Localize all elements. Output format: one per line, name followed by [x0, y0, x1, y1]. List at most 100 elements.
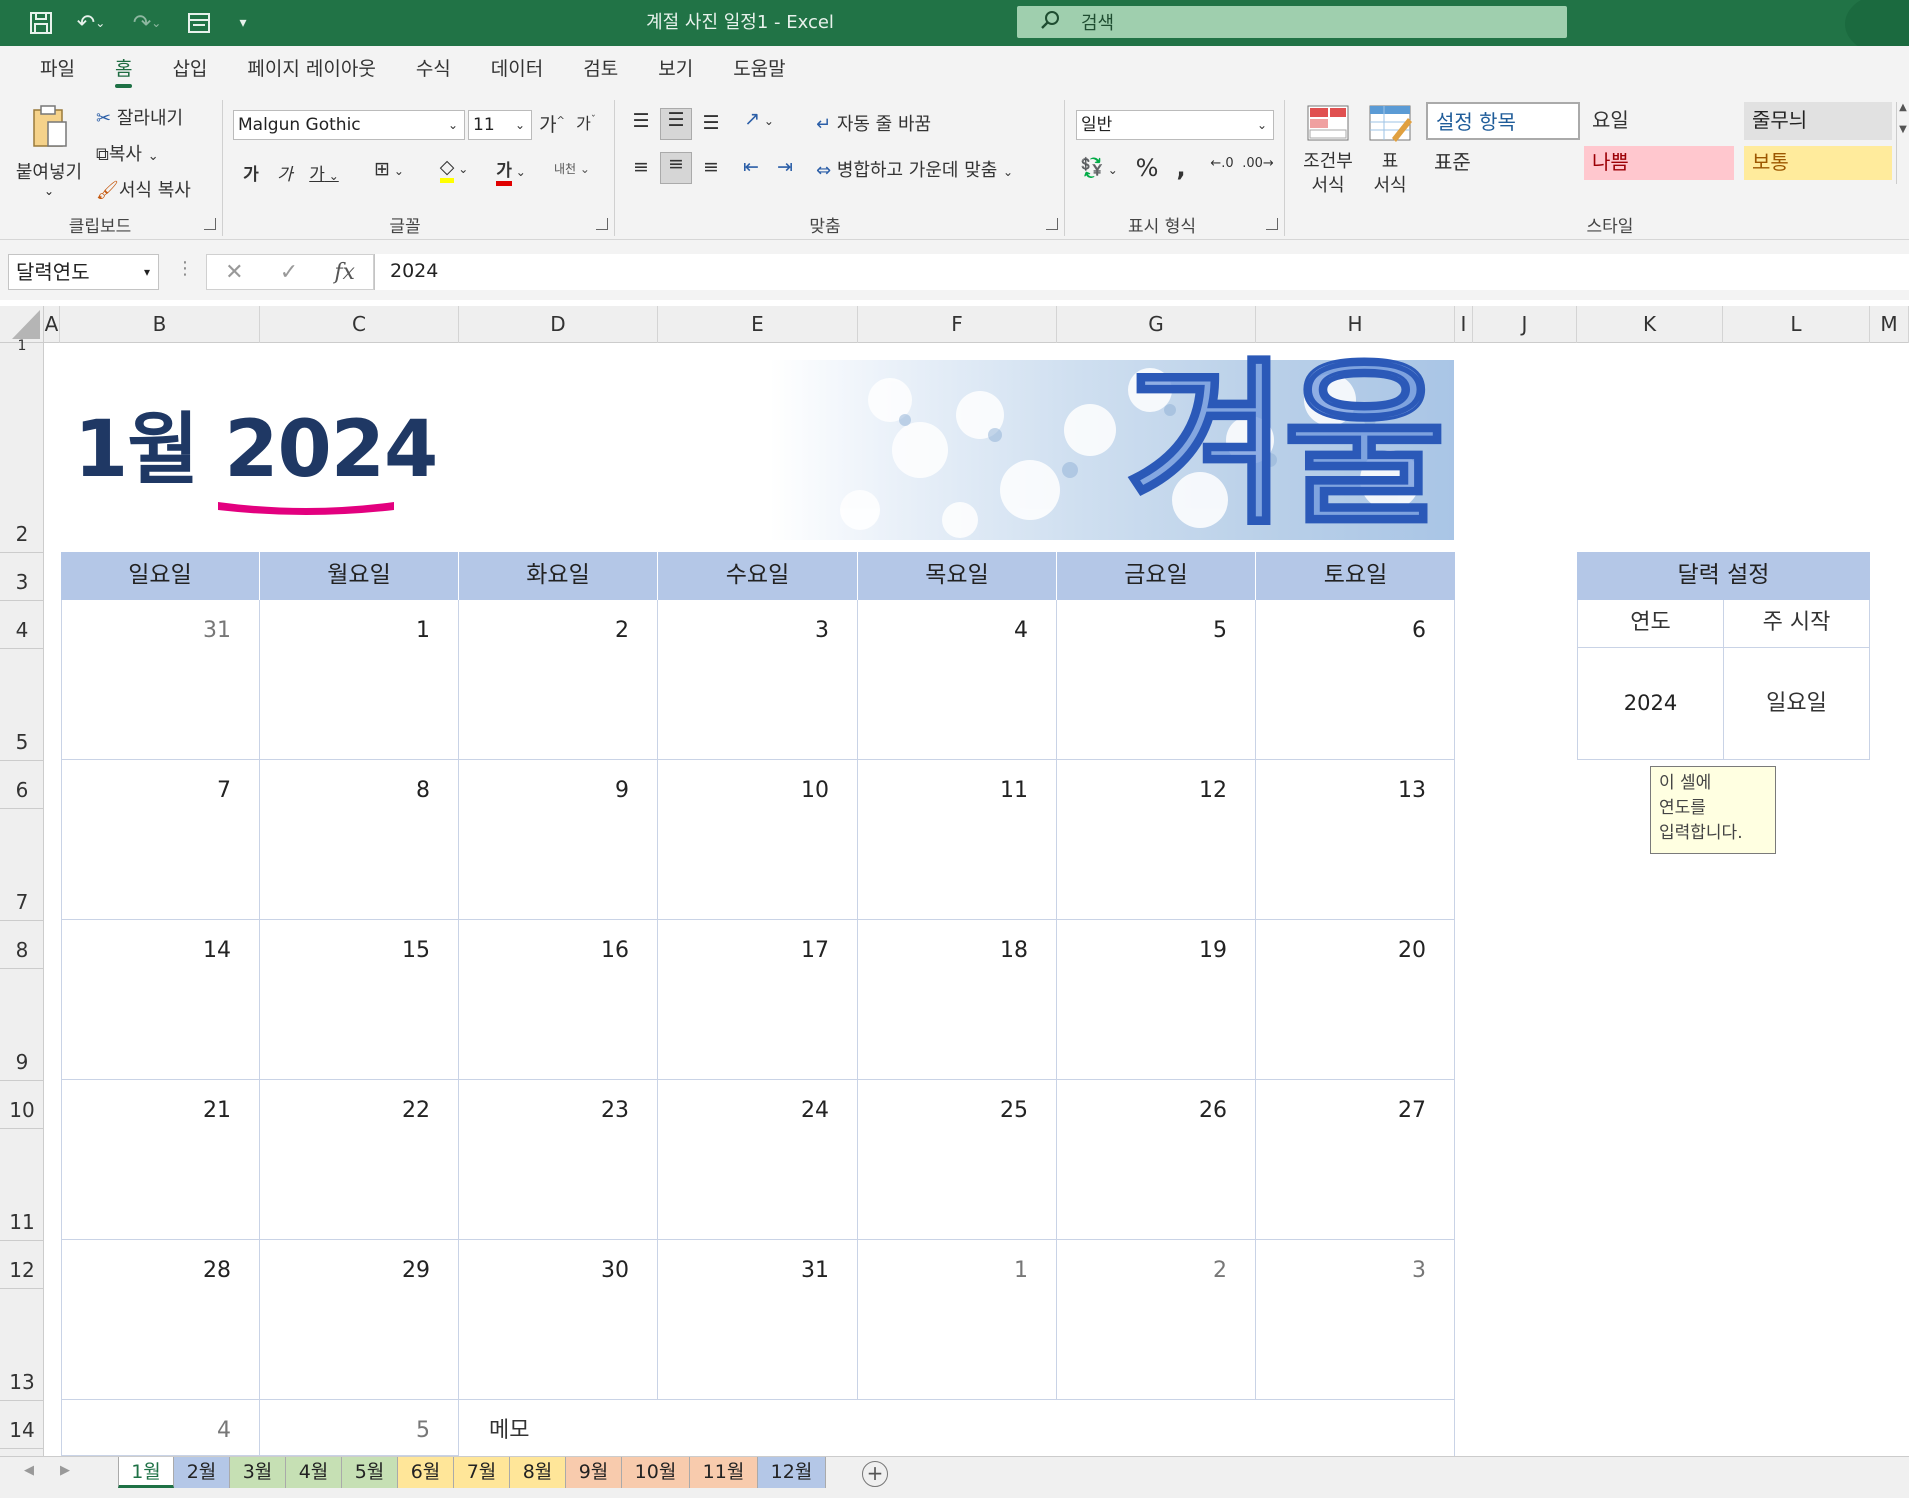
row-header[interactable]: 7 — [0, 887, 44, 917]
tab-review[interactable]: 검토 — [563, 46, 638, 94]
column-header[interactable]: B — [60, 306, 260, 343]
sheet-tab[interactable]: 10월 — [622, 1457, 690, 1488]
undo-icon[interactable]: ↶ ⌄ — [68, 6, 114, 40]
row-header[interactable]: 4 — [0, 615, 44, 645]
add-sheet-icon[interactable]: + — [862, 1461, 888, 1487]
increase-font-icon[interactable]: 가^ — [538, 110, 566, 137]
sheet-tab[interactable]: 1월 — [118, 1457, 174, 1488]
column-header[interactable]: K — [1577, 306, 1723, 343]
form-icon[interactable] — [182, 6, 216, 40]
day-cell[interactable]: 25 — [858, 1080, 1057, 1240]
day-cell[interactable]: 15 — [260, 920, 459, 1080]
sheet-tab[interactable]: 3월 — [230, 1457, 286, 1488]
day-cell[interactable]: 12 — [1057, 760, 1256, 920]
day-cell[interactable]: 24 — [658, 1080, 858, 1240]
day-cell[interactable]: 23 — [459, 1080, 658, 1240]
tab-help[interactable]: 도움말 — [713, 46, 805, 94]
row-header[interactable]: 2 — [0, 519, 44, 549]
row-header[interactable]: 9 — [0, 1047, 44, 1077]
align-center-icon[interactable]: ≡ — [660, 152, 692, 184]
memo-area[interactable]: 메모 — [459, 1400, 1455, 1456]
row-header[interactable]: 12 — [0, 1255, 44, 1285]
row-header[interactable]: 13 — [0, 1367, 44, 1397]
day-cell[interactable]: 31 — [61, 600, 260, 760]
cut-button[interactable]: ✂ 잘라내기 — [96, 104, 183, 130]
column-header[interactable]: D — [459, 306, 658, 343]
format-painter-button[interactable]: 🖌서식 복사 — [96, 176, 191, 202]
style-cell-3[interactable]: 줄무늬 — [1744, 102, 1892, 140]
scroll-left-icon[interactable]: ◀ — [24, 1463, 34, 1478]
dialog-launcher-icon[interactable] — [204, 218, 216, 230]
column-header[interactable]: E — [658, 306, 858, 343]
day-cell[interactable]: 20 — [1256, 920, 1455, 1080]
currency-icon[interactable]: 💱 ⌄ — [1076, 156, 1122, 179]
row-header[interactable]: 5 — [0, 727, 44, 757]
sheet-tab[interactable]: 7월 — [454, 1457, 510, 1488]
day-cell[interactable]: 30 — [459, 1240, 658, 1400]
row-header[interactable]: 8 — [0, 935, 44, 965]
cancel-icon[interactable]: ✕ — [225, 260, 243, 285]
day-cell[interactable]: 14 — [61, 920, 260, 1080]
day-cell[interactable]: 10 — [658, 760, 858, 920]
fill-color-button[interactable]: ◇ ⌄ — [428, 156, 480, 183]
tab-view[interactable]: 보기 — [638, 46, 713, 94]
tab-page-layout[interactable]: 페이지 레이아웃 — [227, 46, 395, 94]
sheet-tab[interactable]: 4월 — [286, 1457, 342, 1488]
day-cell[interactable]: 11 — [858, 760, 1057, 920]
increase-decimal-icon[interactable]: ←.0 — [1206, 156, 1238, 171]
font-color-button[interactable]: 가 ⌄ — [486, 156, 536, 186]
day-cell[interactable]: 18 — [858, 920, 1057, 1080]
align-bottom-icon[interactable]: ☰ — [696, 112, 726, 134]
day-cell[interactable]: 1 — [260, 600, 459, 760]
sheet-tab[interactable]: 5월 — [342, 1457, 398, 1488]
column-header[interactable]: C — [260, 306, 459, 343]
dialog-launcher-icon[interactable] — [1266, 218, 1278, 230]
year-title[interactable]: 2024 — [224, 405, 438, 495]
day-cell[interactable]: 4 — [858, 600, 1057, 760]
customize-qat-icon[interactable]: ▾ — [230, 6, 256, 40]
day-cell[interactable]: 8 — [260, 760, 459, 920]
insert-function-icon[interactable]: fx — [334, 260, 355, 285]
decrease-indent-icon[interactable]: ⇤ — [736, 156, 766, 178]
day-cell[interactable]: 7 — [61, 760, 260, 920]
style-cell-5[interactable]: 나쁨 — [1584, 146, 1734, 180]
tab-formulas[interactable]: 수식 — [396, 46, 471, 94]
save-icon[interactable] — [24, 6, 58, 40]
tab-file[interactable]: 파일 — [20, 46, 95, 94]
align-middle-icon[interactable]: ☰ — [660, 108, 692, 140]
style-cell-1[interactable]: 설정 항목 — [1426, 102, 1580, 140]
bold-button[interactable]: 가 — [238, 160, 264, 185]
row-header[interactable]: 14 — [0, 1415, 44, 1445]
column-header[interactable]: M — [1870, 306, 1909, 343]
day-cell[interactable]: 3 — [1256, 1240, 1455, 1400]
sheet-tab[interactable]: 6월 — [398, 1457, 454, 1488]
enter-icon[interactable]: ✓ — [280, 260, 298, 285]
year-input-cell[interactable]: 2024 — [1577, 647, 1724, 760]
row-header[interactable]: 11 — [0, 1207, 44, 1237]
row-header[interactable]: 6 — [0, 775, 44, 805]
style-gallery-scroll[interactable]: ▲ ▼ — [1896, 102, 1909, 184]
font-name-combo[interactable]: Malgun Gothic ⌄ — [233, 110, 465, 140]
day-cell[interactable]: 16 — [459, 920, 658, 1080]
increase-indent-icon[interactable]: ⇥ — [770, 156, 800, 178]
sheet-tab[interactable]: 8월 — [510, 1457, 566, 1488]
search-box[interactable]: 검색 — [1017, 6, 1567, 38]
style-cell-4[interactable]: 표준 — [1426, 144, 1580, 182]
style-cell-6[interactable]: 보통 — [1744, 146, 1892, 180]
day-cell[interactable]: 31 — [658, 1240, 858, 1400]
column-header[interactable]: G — [1057, 306, 1256, 343]
sheet-tab[interactable]: 2월 — [174, 1457, 230, 1488]
day-cell[interactable]: 6 — [1256, 600, 1455, 760]
comma-icon[interactable]: , — [1168, 154, 1194, 182]
underline-button[interactable]: 가 ⌄ — [304, 160, 344, 185]
day-cell[interactable]: 21 — [61, 1080, 260, 1240]
column-header[interactable]: J — [1473, 306, 1577, 343]
day-cell[interactable]: 13 — [1256, 760, 1455, 920]
align-top-icon[interactable]: ☰ — [626, 110, 656, 132]
sheet-tab[interactable]: 12월 — [758, 1457, 826, 1488]
sheet-tab[interactable]: 11월 — [690, 1457, 758, 1488]
day-cell[interactable]: 9 — [459, 760, 658, 920]
conditional-format-button[interactable]: 조건부 서식 — [1298, 104, 1358, 198]
day-cell[interactable]: 29 — [260, 1240, 459, 1400]
day-cell[interactable]: 4 — [61, 1400, 260, 1456]
